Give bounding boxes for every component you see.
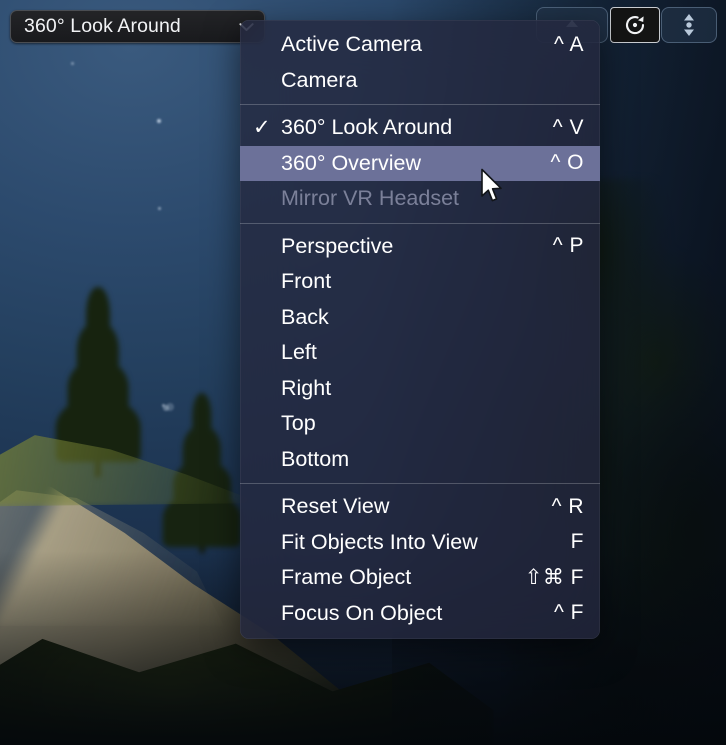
- menu-item[interactable]: Left: [240, 335, 600, 371]
- menu-item-shortcut: ⇧⌘ F: [524, 566, 584, 590]
- view-popup-button-label: 360° Look Around: [24, 15, 181, 37]
- pan-vertical-button[interactable]: [662, 8, 716, 42]
- menu-item: Mirror VR Headset: [240, 181, 600, 217]
- menu-item[interactable]: Fit Objects Into View F: [240, 525, 600, 561]
- star-icon: [157, 119, 161, 123]
- menu-item[interactable]: Top: [240, 406, 600, 442]
- menu-item-label: Focus On Object: [281, 600, 443, 625]
- menu-item[interactable]: Camera: [240, 63, 600, 99]
- menu-separator: [240, 104, 600, 105]
- menu-item[interactable]: Reset View ^ R: [240, 489, 600, 525]
- menu-item-label: Perspective: [281, 233, 394, 258]
- menu-item-label: 360° Look Around: [281, 115, 453, 140]
- menu-item-shortcut: ^ R: [551, 494, 584, 518]
- menu-item[interactable]: Perspective ^ P: [240, 229, 600, 265]
- toolbar-group-right[interactable]: [661, 7, 717, 43]
- checkmark-icon: ✓: [253, 116, 271, 140]
- menu-item[interactable]: Frame Object ⇧⌘ F: [240, 560, 600, 596]
- menu-item-shortcut: ^ V: [552, 115, 584, 139]
- menu-item-label: Reset View: [281, 494, 390, 519]
- star-icon: [71, 62, 74, 65]
- menu-item-label: Back: [281, 304, 329, 329]
- menu-item-shortcut: ^ O: [550, 151, 584, 175]
- menu-item[interactable]: Back: [240, 300, 600, 336]
- menu-item-shortcut: ^ F: [553, 601, 584, 625]
- menu-item[interactable]: ✓ 360° Look Around ^ V: [240, 110, 600, 146]
- menu-item-label: Camera: [281, 67, 358, 92]
- up-down-arrows-icon: [684, 14, 694, 36]
- orbit-rotate-button[interactable]: [610, 7, 660, 43]
- menu-item[interactable]: Bottom: [240, 442, 600, 478]
- menu-item-label: Top: [281, 411, 316, 436]
- star-icon: [158, 207, 161, 210]
- view-menu[interactable]: Active Camera ^ A Camera ✓ 360° Look Around ^…: [240, 20, 600, 639]
- rotate-orbit-icon: [625, 16, 645, 35]
- menu-item-shortcut: ^ P: [552, 234, 584, 258]
- menu-item-shortcut: F: [570, 530, 584, 554]
- menu-item[interactable]: 360° Overview ^ O: [240, 145, 600, 181]
- menu-item[interactable]: Right: [240, 371, 600, 407]
- menu-item-label: Active Camera: [281, 32, 422, 57]
- menu-item-label: Left: [281, 340, 317, 365]
- menu-item-label: Mirror VR Headset: [281, 186, 460, 211]
- menu-item-label: 360° Overview: [281, 150, 422, 175]
- menu-item-label: Fit Objects Into View: [281, 529, 478, 554]
- menu-item-label: Front: [281, 269, 332, 294]
- menu-item-label: Frame Object: [281, 565, 412, 590]
- menu-separator: [240, 483, 600, 484]
- menu-item[interactable]: Front: [240, 264, 600, 300]
- menu-item-shortcut: ^ A: [553, 32, 584, 56]
- menu-item[interactable]: Focus On Object ^ F: [240, 596, 600, 632]
- menu-separator: [240, 222, 600, 224]
- menu-item-label: Bottom: [281, 446, 350, 471]
- menu-item[interactable]: Active Camera ^ A: [240, 27, 600, 63]
- view-popup-button[interactable]: 360° Look Around: [10, 10, 265, 43]
- menu-item-label: Right: [281, 375, 332, 400]
